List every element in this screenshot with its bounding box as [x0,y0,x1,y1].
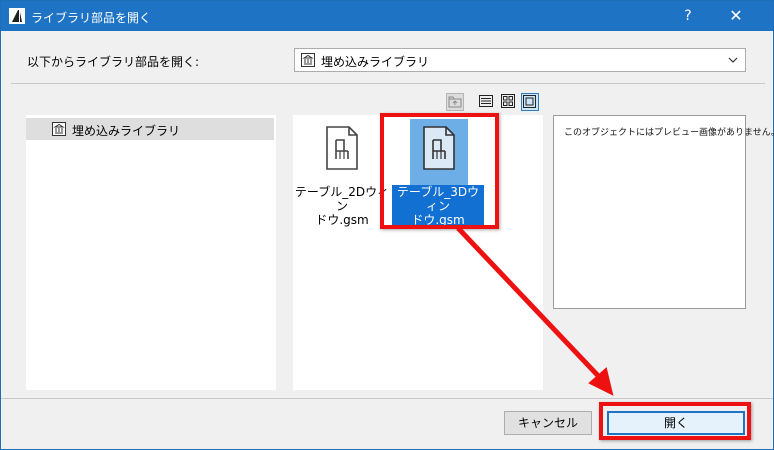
library-select-value: 埋め込みライブラリ [321,55,430,69]
file-name: テーブル_2Dウィン ドウ.gsm [293,185,391,227]
header-divider [11,83,765,84]
folder-up-button[interactable] [446,93,464,111]
icon-view-button[interactable] [521,93,539,111]
help-button[interactable]: ? [665,1,711,31]
highlight-selected-file [380,113,499,229]
title-bar: ライブラリ部品を開く ? ✕ [1,1,773,31]
icon-view-icon [523,95,536,108]
thumbnail-view-icon [501,94,515,108]
tree-item-embedded-library[interactable]: 埋め込みライブラリ [26,118,274,140]
file-item[interactable]: テーブル_2Dウィン ドウ.gsm [293,115,391,227]
window-title: ライブラリ部品を開く [31,11,152,25]
list-view-button[interactable] [478,93,496,111]
cancel-button[interactable]: キャンセル [504,411,592,435]
library-icon [52,122,66,136]
file-name-line: ドウ.gsm [315,213,369,227]
chevron-down-icon[interactable] [727,54,739,66]
library-icon [301,53,315,67]
library-tree-panel[interactable]: 埋め込みライブラリ [26,115,276,390]
open-from-label: 以下からライブラリ部品を開く: [27,55,200,69]
close-button[interactable]: ✕ [713,1,759,31]
preview-panel: このオブジェクトにはプレビュー画像がありません。 [553,115,774,309]
library-select[interactable]: 埋め込みライブラリ [294,48,746,72]
chair-object-icon [326,126,358,170]
folder-up-icon [448,96,462,108]
footer-divider [1,398,773,399]
thumbnail-view-button[interactable] [500,93,518,111]
file-name-line: テーブル_2Dウィン [294,185,390,213]
archicad-logo-icon [9,8,25,24]
no-preview-message: このオブジェクトにはプレビュー画像がありません。 [564,128,774,138]
file-thumbnail [313,119,371,187]
highlight-open-button [599,402,751,440]
list-view-icon [479,95,493,107]
tree-item-label: 埋め込みライブラリ [72,124,181,138]
